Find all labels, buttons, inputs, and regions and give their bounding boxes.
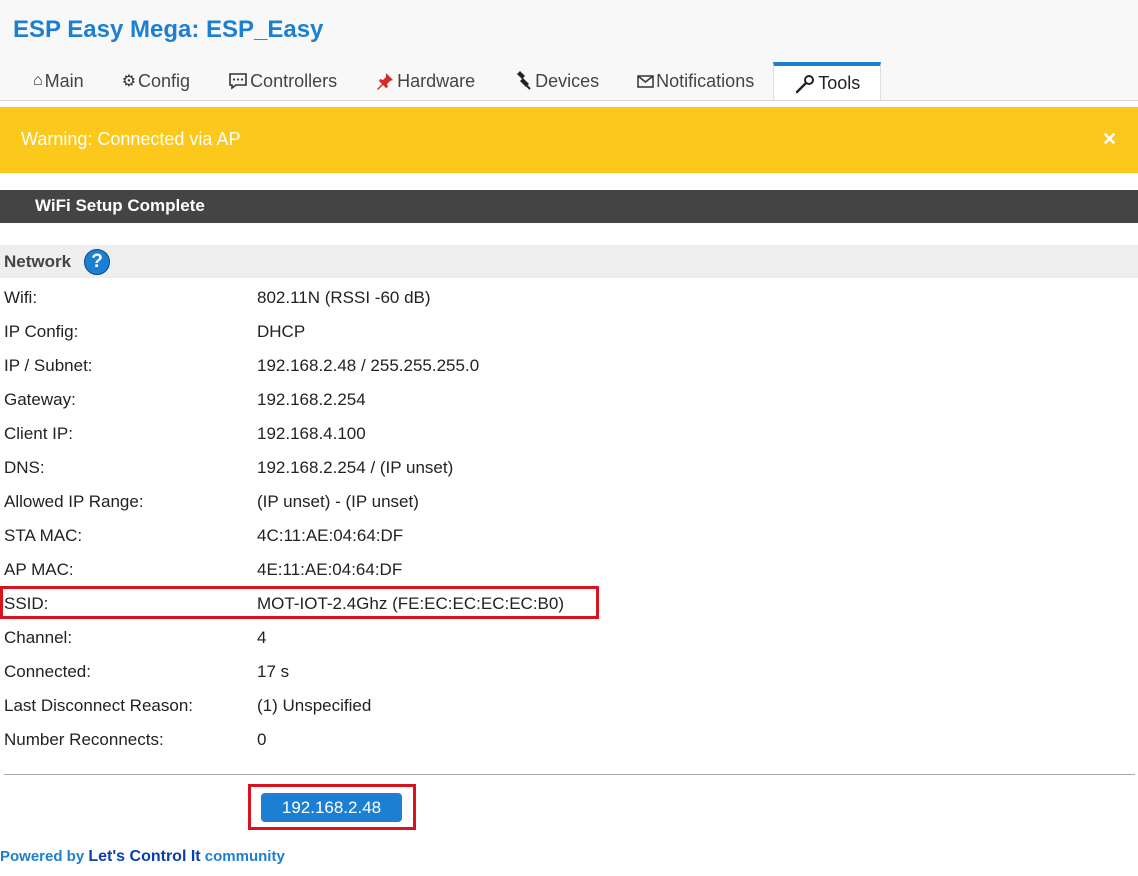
row-label: Number Reconnects: — [4, 730, 164, 749]
table-row: AP MAC: 4E:11:AE:04:64:DF — [0, 553, 1138, 587]
row-label: IP / Subnet: — [4, 356, 93, 375]
pin-icon — [375, 71, 395, 91]
table-row: Last Disconnect Reason: (1) Unspecified — [0, 689, 1138, 723]
warning-text: Warning: Connected via AP — [21, 129, 241, 149]
table-row: IP Config: DHCP — [0, 315, 1138, 349]
network-heading: Network — [4, 252, 72, 271]
table-row: DNS: 192.168.2.254 / (IP unset) — [0, 451, 1138, 485]
table-row: Client IP: 192.168.4.100 — [0, 417, 1138, 451]
section-title: WiFi Setup Complete — [35, 196, 205, 215]
wrench-icon — [794, 73, 816, 95]
tab-label: Tools — [818, 73, 861, 93]
row-value: 192.168.4.100 — [257, 424, 366, 443]
row-label: Connected: — [4, 662, 91, 681]
row-value: 4E:11:AE:04:64:DF — [257, 560, 403, 579]
row-value: 0 — [257, 730, 267, 749]
row-label: Last Disconnect Reason: — [4, 696, 193, 715]
table-row: Connected: 17 s — [0, 655, 1138, 689]
ssid-highlight-box — [0, 586, 599, 619]
row-label: DNS: — [4, 458, 45, 477]
close-icon[interactable]: × — [1103, 126, 1116, 152]
table-row: Wifi: 802.11N (RSSI -60 dB) — [0, 281, 1138, 315]
network-header: Network ? — [0, 245, 1138, 278]
tab-label: Config — [138, 70, 191, 91]
table-row: Gateway: 192.168.2.254 — [0, 383, 1138, 417]
row-label: IP Config: — [4, 322, 79, 341]
lets-control-it-link[interactable]: Let's Control It — [88, 848, 200, 865]
tab-tools[interactable]: Tools — [773, 62, 882, 101]
table-row: STA MAC: 4C:11:AE:04:64:DF — [0, 519, 1138, 553]
row-value: 17 s — [257, 662, 290, 681]
gear-icon: ⚙ — [121, 73, 137, 90]
tab-notifications[interactable]: Notifications — [618, 62, 773, 100]
row-value: DHCP — [257, 322, 306, 341]
ip-address-button[interactable]: 192.168.2.48 — [261, 793, 402, 822]
table-row: IP / Subnet: 192.168.2.48 / 255.255.255.0 — [0, 349, 1138, 383]
row-label: Client IP: — [4, 424, 73, 443]
tab-label: Main — [44, 70, 84, 91]
tab-label: Notifications — [656, 70, 755, 91]
home-icon: ⌂ — [33, 72, 43, 89]
table-row: Number Reconnects: 0 — [0, 723, 1138, 757]
tab-label: Devices — [535, 70, 600, 91]
help-icon[interactable]: ? — [84, 249, 110, 275]
row-value: (1) Unspecified — [257, 696, 372, 715]
page-title: ESP Easy Mega: ESP_Easy — [13, 16, 324, 43]
divider-line — [4, 774, 1135, 775]
row-value: (IP unset) - (IP unset) — [257, 492, 419, 511]
tab-main[interactable]: ⌂ Main — [14, 62, 103, 100]
top-header: ESP Easy Mega: ESP_Easy ⌂ Main ⚙ Config … — [0, 0, 1138, 101]
row-value: 4 — [257, 628, 267, 647]
footer-prefix: Powered by — [0, 848, 89, 865]
tab-devices[interactable]: Devices — [494, 62, 618, 100]
table-row: Allowed IP Range: (IP unset) - (IP unset) — [0, 485, 1138, 519]
row-value: 192.168.2.48 / 255.255.255.0 — [257, 356, 480, 375]
row-label: Allowed IP Range: — [4, 492, 144, 511]
row-label: AP MAC: — [4, 560, 74, 579]
tab-label: Controllers — [250, 70, 338, 91]
row-value: 192.168.2.254 — [257, 390, 366, 409]
row-value: 192.168.2.254 / (IP unset) — [257, 458, 454, 477]
plug-icon — [513, 71, 533, 91]
row-label: Channel: — [4, 628, 73, 647]
row-value: 802.11N (RSSI -60 dB) — [257, 288, 431, 307]
tab-controllers[interactable]: Controllers — [209, 62, 356, 100]
footer: Powered by Let's Control It community — [0, 848, 285, 866]
warning-banner: Warning: Connected via AP × — [0, 107, 1138, 173]
header-divider — [0, 100, 1138, 101]
tab-label: Hardware — [397, 70, 476, 91]
mail-icon — [637, 74, 654, 88]
table-row: Channel: 4 — [0, 621, 1138, 655]
tab-config[interactable]: ⚙ Config — [103, 62, 209, 100]
main-tabs: ⌂ Main ⚙ Config Controllers Hardware Dev… — [14, 62, 882, 101]
row-label: Wifi: — [4, 288, 38, 307]
footer-suffix: community — [200, 848, 285, 865]
row-label: Gateway: — [4, 390, 76, 409]
chat-icon — [228, 72, 248, 90]
row-label: STA MAC: — [4, 526, 83, 545]
tab-hardware[interactable]: Hardware — [356, 62, 494, 100]
row-value: 4C:11:AE:04:64:DF — [257, 526, 404, 545]
section-header: WiFi Setup Complete — [0, 190, 1138, 223]
network-table: Wifi: 802.11N (RSSI -60 dB) IP Config: DHC… — [0, 281, 1138, 757]
